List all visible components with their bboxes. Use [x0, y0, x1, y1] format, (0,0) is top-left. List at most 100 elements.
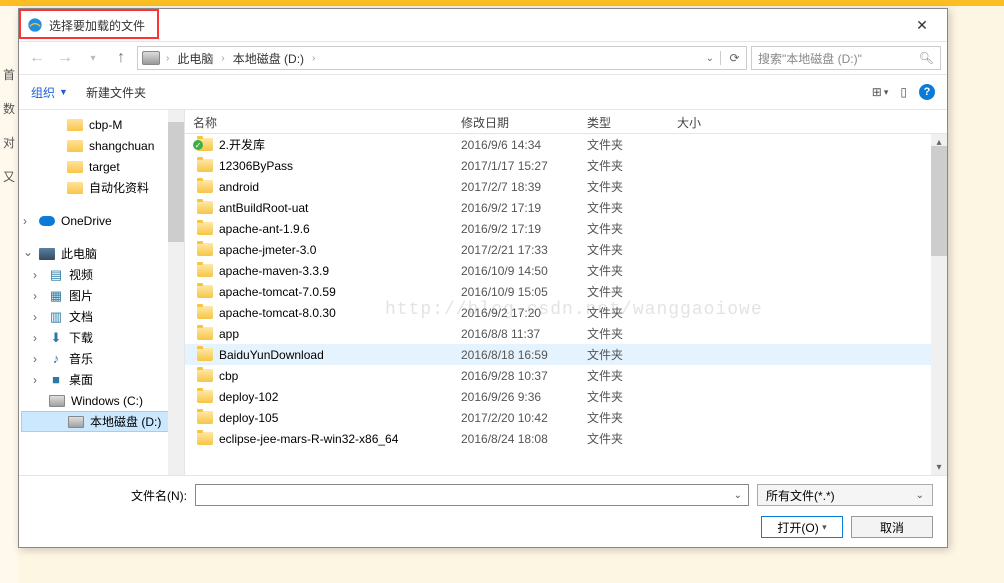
folder-icon: [197, 369, 213, 382]
pc-icon: [39, 248, 55, 260]
folder-icon: [197, 432, 213, 445]
file-type-select[interactable]: 所有文件(*.*) ⌄: [757, 484, 933, 506]
folder-icon: [67, 140, 83, 152]
sidebar-item-drive[interactable]: 本地磁盘 (D:): [21, 411, 182, 432]
folder-icon: [197, 390, 213, 403]
background-text: 首数对又: [0, 6, 18, 583]
drive-icon: [49, 395, 65, 407]
library-icon: ⬇: [49, 331, 63, 345]
library-icon: ■: [49, 373, 63, 387]
open-button[interactable]: 打开(O) ▾: [761, 516, 843, 538]
folder-icon: [197, 264, 213, 277]
column-header-date[interactable]: 修改日期: [453, 110, 579, 133]
toolbar: 组织 ▼ 新建文件夹 ⊞▾ ▯ ?: [19, 75, 947, 109]
close-button[interactable]: ✕: [901, 11, 943, 39]
search-placeholder: 搜索"本地磁盘 (D:)": [758, 50, 862, 67]
folder-icon: [197, 159, 213, 172]
column-header-size[interactable]: 大小: [669, 110, 759, 133]
address-bar[interactable]: › 此电脑 › 本地磁盘 (D:) › ⌄ ⟳: [137, 46, 747, 70]
table-row[interactable]: 2.开发库 2016/9/6 14:34 文件夹: [185, 134, 947, 155]
view-mode-button[interactable]: ⊞▾: [872, 85, 889, 99]
table-row[interactable]: deploy-105 2017/2/20 10:42 文件夹: [185, 407, 947, 428]
table-row[interactable]: antBuildRoot-uat 2016/9/2 17:19 文件夹: [185, 197, 947, 218]
table-row[interactable]: apache-tomcat-7.0.59 2016/10/9 15:05 文件夹: [185, 281, 947, 302]
folder-icon: [197, 243, 213, 256]
search-icon: 🔍︎: [919, 51, 934, 65]
filename-dropdown-icon[interactable]: ⌄: [734, 490, 742, 501]
library-icon: ▦: [49, 289, 63, 303]
folder-icon: [197, 222, 213, 235]
table-row[interactable]: android 2017/2/7 18:39 文件夹: [185, 176, 947, 197]
dialog-title: 选择要加载的文件: [49, 17, 145, 34]
filename-input[interactable]: ⌄: [195, 484, 749, 506]
titlebar: 选择要加载的文件 ✕: [19, 9, 947, 41]
new-folder-button[interactable]: 新建文件夹: [86, 84, 146, 101]
folder-icon: [67, 182, 83, 194]
library-icon: ▤: [49, 268, 63, 282]
folder-icon: [197, 285, 213, 298]
library-icon: ▥: [49, 310, 63, 324]
table-row[interactable]: deploy-102 2016/9/26 9:36 文件夹: [185, 386, 947, 407]
library-icon: ♪: [49, 352, 63, 366]
address-dropdown[interactable]: ⌄: [706, 53, 714, 64]
sidebar-item[interactable]: cbp-M: [19, 114, 184, 135]
sidebar-item-library[interactable]: ▦图片: [19, 285, 184, 306]
list-scrollbar[interactable]: ▴ ▾: [931, 134, 947, 475]
folder-icon: [67, 119, 83, 131]
sidebar-item[interactable]: target: [19, 156, 184, 177]
table-row[interactable]: apache-ant-1.9.6 2016/9/2 17:19 文件夹: [185, 218, 947, 239]
up-button[interactable]: ↑: [109, 46, 133, 70]
table-row[interactable]: 12306ByPass 2017/1/17 15:27 文件夹: [185, 155, 947, 176]
table-row[interactable]: BaiduYunDownload 2016/8/18 16:59 文件夹: [185, 344, 947, 365]
organize-menu[interactable]: 组织 ▼: [31, 84, 68, 101]
filename-label: 文件名(N):: [33, 487, 187, 504]
sidebar-item[interactable]: 自动化资料: [19, 177, 184, 198]
folder-icon: [197, 201, 213, 214]
recent-dropdown[interactable]: ▾: [81, 46, 105, 70]
folder-icon: [67, 161, 83, 173]
column-header-name[interactable]: 名称: [185, 110, 453, 133]
footer: 文件名(N): ⌄ 所有文件(*.*) ⌄ 打开(O) ▾ 取消: [19, 475, 947, 547]
file-dialog: 选择要加载的文件 ✕ ← → ▾ ↑ › 此电脑 › 本地磁盘 (D:) › ⌄…: [18, 8, 948, 548]
breadcrumb[interactable]: 本地磁盘 (D:): [231, 50, 306, 67]
sidebar-item-onedrive[interactable]: OneDrive: [19, 210, 184, 231]
folder-icon: [197, 411, 213, 424]
forward-button[interactable]: →: [53, 46, 77, 70]
table-row[interactable]: eclipse-jee-mars-R-win32-x86_64 2016/8/2…: [185, 428, 947, 449]
sidebar-item-this-pc[interactable]: 此电脑: [19, 243, 184, 264]
table-row[interactable]: app 2016/8/8 11:37 文件夹: [185, 323, 947, 344]
table-row[interactable]: apache-tomcat-8.0.30 2016/9/2 17:20 文件夹: [185, 302, 947, 323]
sidebar: cbp-Mshangchuantarget自动化资料 OneDrive 此电脑 …: [19, 110, 185, 475]
cancel-button[interactable]: 取消: [851, 516, 933, 538]
sidebar-scrollbar[interactable]: [168, 110, 184, 475]
folder-icon: [197, 138, 213, 151]
table-row[interactable]: cbp 2016/9/28 10:37 文件夹: [185, 365, 947, 386]
drive-icon: [68, 416, 84, 428]
table-row[interactable]: apache-jmeter-3.0 2017/2/21 17:33 文件夹: [185, 239, 947, 260]
folder-icon: [197, 327, 213, 340]
table-row[interactable]: apache-maven-3.3.9 2016/10/9 14:50 文件夹: [185, 260, 947, 281]
chevron-down-icon: ▼: [59, 87, 68, 97]
refresh-button[interactable]: ⟳: [720, 51, 742, 65]
sidebar-item-library[interactable]: ⬇下载: [19, 327, 184, 348]
sidebar-item-library[interactable]: ♪音乐: [19, 348, 184, 369]
column-header-type[interactable]: 类型: [579, 110, 669, 133]
drive-icon: [142, 51, 160, 65]
folder-icon: [197, 180, 213, 193]
sidebar-item[interactable]: shangchuan: [19, 135, 184, 156]
onedrive-icon: [39, 216, 55, 226]
preview-pane-button[interactable]: ▯: [900, 85, 907, 99]
sidebar-item-drive[interactable]: Windows (C:): [19, 390, 184, 411]
folder-icon: [197, 306, 213, 319]
sidebar-item-library[interactable]: ■桌面: [19, 369, 184, 390]
back-button[interactable]: ←: [25, 46, 49, 70]
file-list: 名称 修改日期 类型 大小 2.开发库 2016/9/6 14:34 文件夹 1…: [185, 110, 947, 475]
help-icon[interactable]: ?: [919, 84, 935, 100]
nav-bar: ← → ▾ ↑ › 此电脑 › 本地磁盘 (D:) › ⌄ ⟳ 搜索"本地磁盘 …: [19, 41, 947, 75]
chevron-down-icon: ⌄: [916, 490, 924, 501]
ie-icon: [27, 17, 43, 33]
sidebar-item-library[interactable]: ▥文档: [19, 306, 184, 327]
breadcrumb[interactable]: 此电脑: [175, 50, 215, 67]
sidebar-item-library[interactable]: ▤视频: [19, 264, 184, 285]
search-input[interactable]: 搜索"本地磁盘 (D:)" 🔍︎: [751, 46, 941, 70]
